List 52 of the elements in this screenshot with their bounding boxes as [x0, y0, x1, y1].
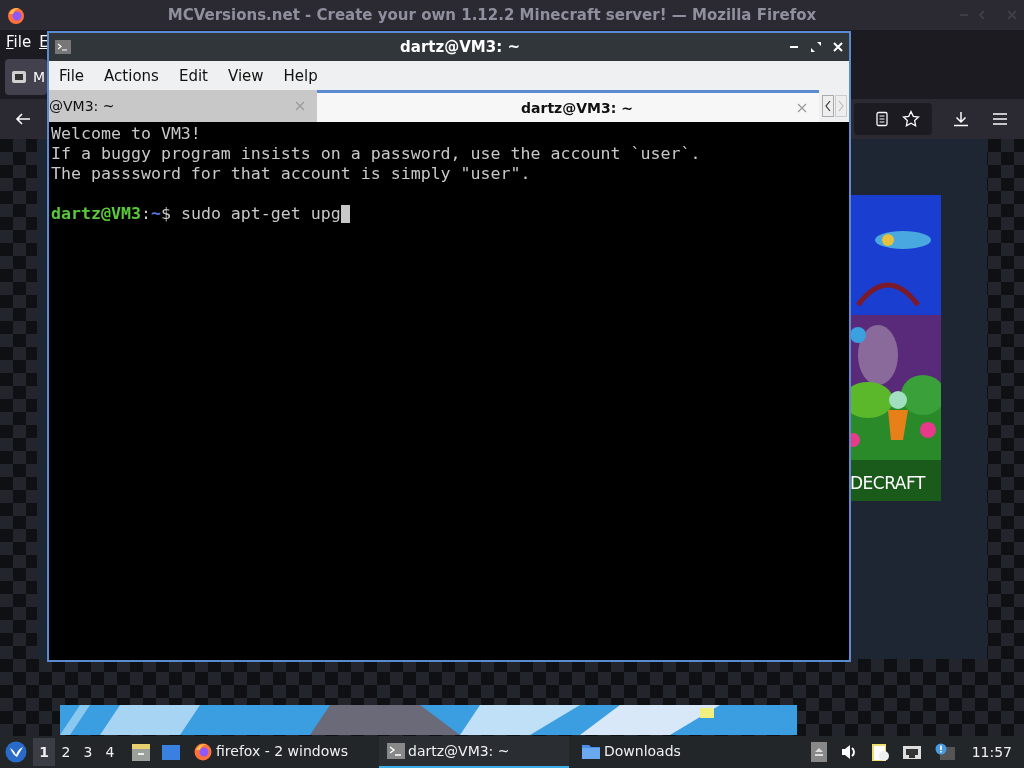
folder-icon	[581, 742, 601, 760]
window-icon[interactable]	[161, 743, 181, 761]
prompt-path: ~	[150, 204, 161, 224]
menu-icon[interactable]	[992, 112, 1008, 126]
scroll-left-icon[interactable]	[822, 95, 834, 117]
menu-item[interactable]: Help	[283, 66, 318, 85]
menu-item[interactable]: Edit	[178, 66, 208, 85]
output-line: Welcome to VM3!	[51, 124, 202, 144]
firefox-icon	[6, 5, 26, 25]
browser-tab[interactable]: M	[5, 58, 47, 95]
taskbar-button[interactable]: Downloads	[573, 736, 763, 768]
text-cursor	[340, 205, 350, 223]
clock[interactable]: 11:57	[971, 744, 1012, 760]
workspace-button[interactable]: 3	[77, 738, 99, 766]
back-icon[interactable]	[14, 111, 32, 127]
firefox-icon	[193, 741, 213, 761]
clipboard-icon[interactable]	[870, 742, 889, 762]
address-bar[interactable]	[854, 103, 932, 135]
taskbar-button[interactable]: firefox - 2 windows	[185, 736, 375, 768]
file-cabinet-icon[interactable]	[131, 742, 151, 762]
start-menu-icon[interactable]	[5, 741, 27, 763]
workspace-button[interactable]: 2	[55, 738, 77, 766]
workspace-button[interactable]: 4	[99, 738, 121, 766]
prompt-separator: :	[140, 204, 151, 224]
network-icon[interactable]	[901, 744, 922, 760]
output-line: The passsword for that account is simply "user".	[51, 164, 532, 184]
notification-icon[interactable]	[934, 743, 955, 761]
output-line: If a buggy program insists on a password, use the account `user`.	[51, 144, 702, 164]
advert-banner[interactable]: DECRAFT	[848, 195, 941, 501]
terminal-tab[interactable]: dartz@VM3: ~	[317, 90, 819, 122]
prompt-symbol: $	[160, 204, 171, 224]
menu-item[interactable]: Actions	[104, 66, 159, 85]
command-text: sudo apt-get upg	[180, 204, 341, 224]
workspace-button[interactable]: 1	[33, 738, 55, 766]
window-title: dartz@VM3: ~	[399, 38, 521, 56]
site-icon	[11, 69, 27, 84]
download-icon[interactable]	[952, 110, 970, 128]
taskbar-button[interactable]: dartz@VM3: ~	[379, 736, 569, 768]
prompt-user: dartz@VM3	[51, 204, 141, 224]
reader-view-icon[interactable]	[874, 111, 890, 127]
terminal-icon	[55, 40, 71, 54]
maximize-icon[interactable]	[811, 42, 821, 52]
star-icon[interactable]	[902, 110, 920, 128]
menu-item[interactable]: View	[227, 66, 264, 85]
menu-item[interactable]: File	[59, 66, 85, 85]
terminal-icon	[387, 743, 405, 759]
window-title: MCVersions.net - Create your own 1.12.2 Minecraft server! — Mozilla Firefox	[166, 6, 818, 24]
menu-item[interactable]: File	[6, 33, 32, 51]
speaker-icon[interactable]	[839, 744, 858, 760]
terminal-tab[interactable]: @VM3: ~	[49, 90, 317, 122]
advert-text: DECRAFT	[850, 473, 925, 493]
eject-icon[interactable]	[810, 742, 827, 762]
